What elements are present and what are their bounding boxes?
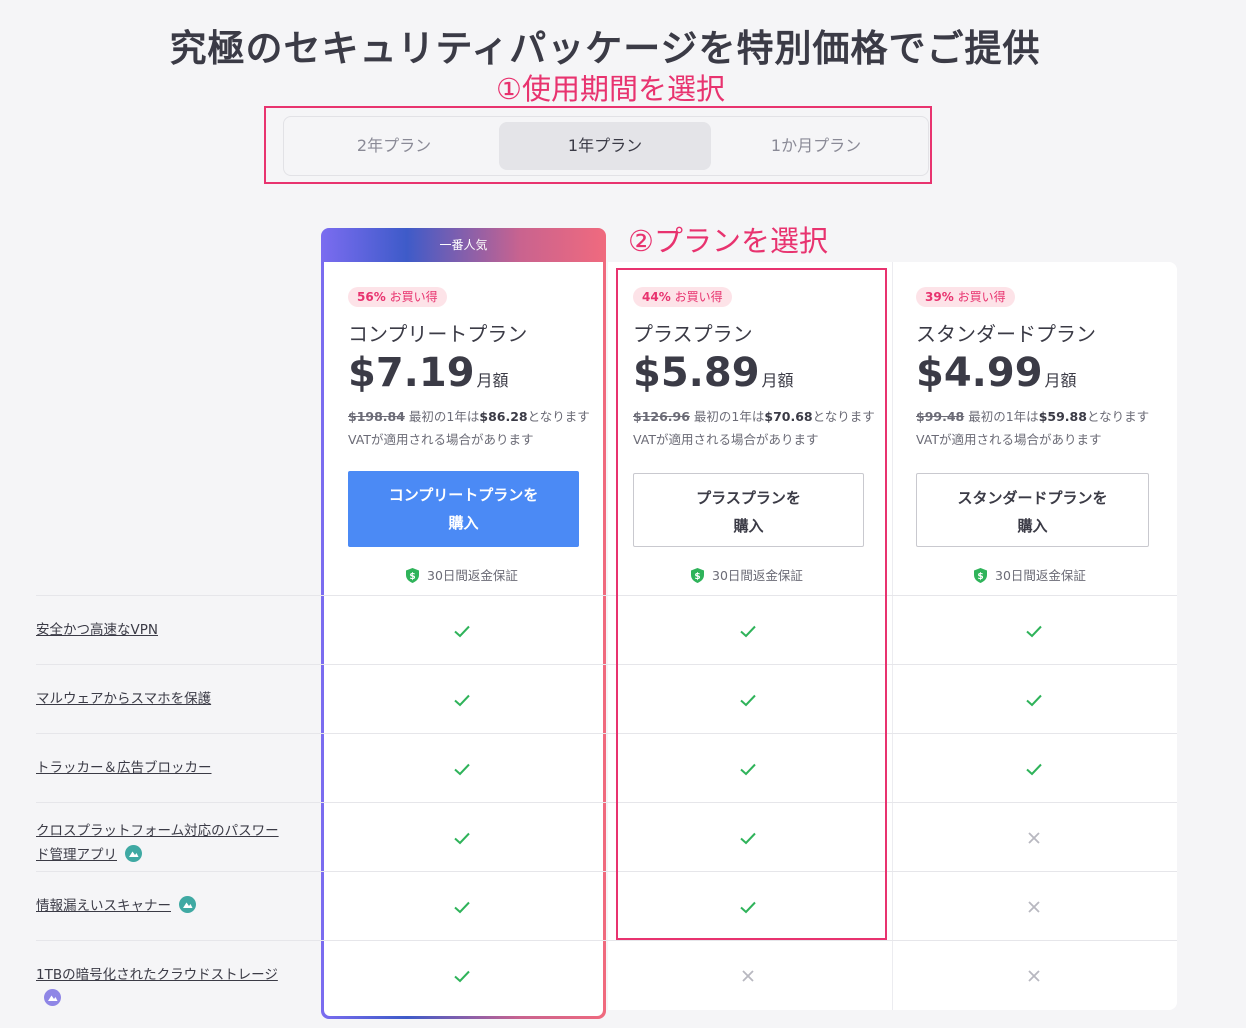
teal-mountain-icon[interactable] bbox=[125, 845, 142, 862]
feature-label-3[interactable]: クロスプラットフォーム対応のパスワー ド管理アプリ bbox=[36, 819, 296, 867]
cross-icon bbox=[1024, 897, 1044, 917]
feature-label-2[interactable]: トラッカー＆広告ブロッカー bbox=[36, 756, 296, 780]
step2-highlight-box bbox=[616, 268, 887, 940]
check-icon bbox=[452, 897, 472, 917]
check-icon bbox=[1024, 621, 1044, 641]
shield-check-icon: $ bbox=[406, 568, 419, 583]
period-tab-group: 2年プラン 1年プラン 1か月プラン bbox=[283, 116, 929, 176]
feature-label-0[interactable]: 安全かつ高速なVPN bbox=[36, 618, 296, 642]
money-back-guarantee-standard: $30日間返金保証 bbox=[974, 565, 1086, 584]
check-icon bbox=[452, 621, 472, 641]
check-icon bbox=[1024, 759, 1044, 779]
vat-note-complete: VATが適用される場合があります bbox=[348, 432, 534, 447]
discount-badge-complete: 56% お買い得 bbox=[348, 287, 447, 307]
buy-complete-button[interactable]: コンプリートプランを 購入 bbox=[348, 471, 579, 547]
money-back-guarantee-complete: $30日間返金保証 bbox=[406, 565, 518, 584]
plan-name-complete: コンプリートプラン bbox=[348, 322, 528, 346]
svg-text:$: $ bbox=[409, 572, 415, 582]
feature-label-1[interactable]: マルウェアからスマホを保護 bbox=[36, 687, 296, 711]
tab-1-year[interactable]: 1年プラン bbox=[499, 122, 711, 170]
teal-mountain-icon[interactable] bbox=[179, 896, 196, 913]
check-icon bbox=[452, 828, 472, 848]
svg-text:$: $ bbox=[977, 572, 983, 582]
step2-annotation: ②プランを選択 bbox=[628, 224, 828, 258]
row-divider bbox=[36, 733, 1177, 734]
check-icon bbox=[452, 759, 472, 779]
check-icon bbox=[1024, 690, 1044, 710]
check-icon bbox=[452, 966, 472, 986]
tab-2-year[interactable]: 2年プラン bbox=[288, 122, 500, 170]
popular-ribbon: 一番人気 bbox=[439, 238, 488, 252]
plan-price-standard: $4.99 月額 bbox=[916, 350, 1077, 396]
row-divider bbox=[36, 940, 1177, 941]
cross-icon bbox=[1024, 828, 1044, 848]
shield-check-icon: $ bbox=[974, 568, 987, 583]
plan-price-complete: $7.19 月額 bbox=[348, 350, 509, 396]
row-divider bbox=[36, 802, 1177, 803]
feature-label-5[interactable]: 1TBの暗号化されたクラウドストレージ bbox=[36, 963, 296, 1011]
plan-name-standard: スタンダードプラン bbox=[916, 322, 1096, 346]
tab-1-month[interactable]: 1か月プラン bbox=[710, 122, 922, 170]
page-title: 究極のセキュリティパッケージを特別価格でご提供 bbox=[169, 27, 1041, 70]
cross-icon bbox=[738, 966, 758, 986]
row-divider bbox=[36, 664, 1177, 665]
vat-note-standard: VATが適用される場合があります bbox=[916, 432, 1102, 447]
feature-label-4[interactable]: 情報漏えいスキャナー bbox=[36, 894, 296, 918]
discount-badge-standard: 39% お買い得 bbox=[916, 287, 1015, 307]
first-year-note-complete: $198.84 最初の1年は$86.28となります bbox=[348, 409, 590, 424]
check-icon bbox=[452, 690, 472, 710]
row-divider bbox=[36, 595, 1177, 596]
purple-cloud-icon[interactable] bbox=[44, 989, 61, 1006]
step1-annotation: ①使用期間を選択 bbox=[496, 72, 725, 106]
first-year-note-standard: $99.48 最初の1年は$59.88となります bbox=[916, 409, 1150, 424]
cross-icon bbox=[1024, 966, 1044, 986]
row-divider bbox=[36, 871, 1177, 872]
buy-standard-button[interactable]: スタンダードプランを 購入 bbox=[916, 473, 1149, 547]
